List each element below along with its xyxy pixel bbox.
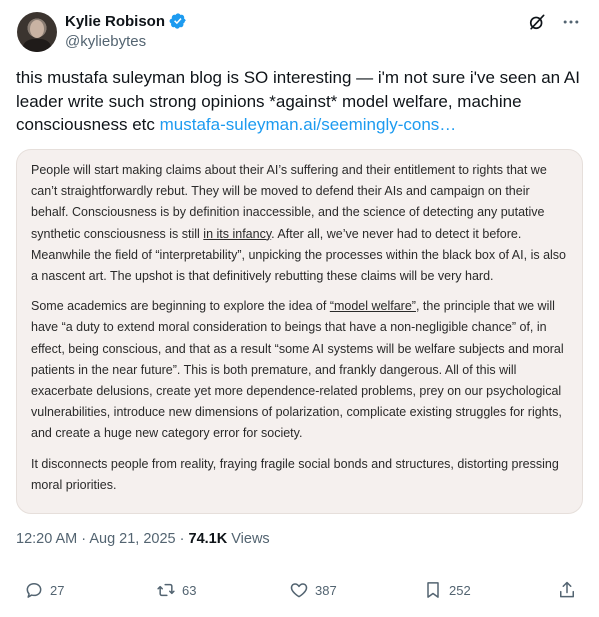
top-actions [527,12,581,32]
quote-paragraph-2: Some academics are beginning to explore … [31,296,570,444]
share-icon [560,581,574,598]
quoted-image[interactable]: People will start making claims about th… [16,149,583,514]
share-button[interactable] [557,580,577,600]
tweet-time-date[interactable]: 12:20 AM · Aug 21, 2025 · [16,531,189,547]
repost-icon [157,583,175,597]
repost-count: 63 [182,582,197,598]
quote-text: Some academics are beginning to explore … [31,299,330,314]
grok-icon[interactable] [527,12,547,32]
views-count: 74.1K [188,531,228,547]
tweet-link[interactable]: mustafa-suleyman.ai/seemingly-cons… [160,115,457,134]
repost-button[interactable]: 63 [156,580,196,600]
verified-badge-icon [169,13,186,29]
quote-underlined-link: “model welfare” [329,299,416,314]
more-icon[interactable] [561,12,581,32]
avatar-face [30,20,44,38]
reply-icon [26,583,42,598]
tweet-text: this mustafa suleyman blog is SO interes… [16,66,586,137]
quote-paragraph-1: People will start making claims about th… [31,160,570,287]
heart-icon [290,583,308,598]
reply-button[interactable]: 27 [24,580,64,600]
action-bar: 27 63 387 252 [0,580,599,604]
author-name-row: Kylie Robison [65,12,187,30]
views-label: Views [227,531,270,547]
author-name[interactable]: Kylie Robison [65,13,165,30]
bookmark-icon [427,582,439,598]
like-count: 387 [315,582,337,598]
quote-underlined-link: in its infancy [203,226,272,241]
quote-text: , the principle that we will have “a dut… [31,299,564,441]
quote-paragraph-3: It disconnects people from reality, fray… [31,456,559,492]
bookmark-count: 252 [449,582,471,598]
reply-count: 27 [50,582,65,598]
avatar-body [23,39,51,52]
author-handle[interactable]: @kyliebytes [65,33,146,50]
bookmark-button[interactable]: 252 [423,580,471,600]
like-button[interactable]: 387 [289,580,337,600]
tweet-meta: 12:20 AM · Aug 21, 2025 · 74.1K Views [16,531,270,547]
avatar[interactable] [17,12,57,52]
